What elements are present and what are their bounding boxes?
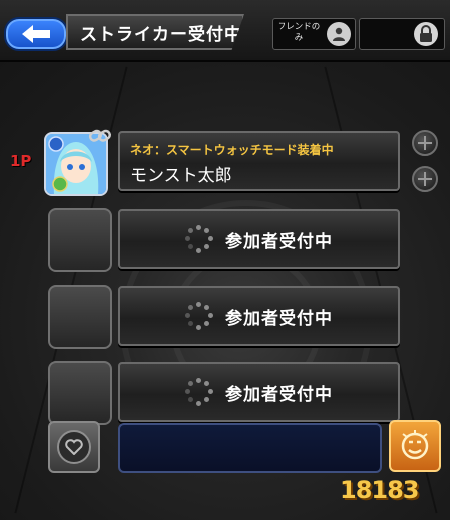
empty-player-slot	[48, 361, 112, 425]
link-icon	[88, 129, 111, 142]
friend-only-label: フレンドのみ	[277, 22, 321, 43]
loading-spinner-icon	[185, 302, 213, 330]
player-info-button[interactable]	[412, 166, 438, 192]
waiting-status-text: 参加者受付中	[225, 384, 333, 405]
waiting-panel: 参加者受付中	[118, 286, 400, 346]
top-bar: ストライカー受付中 フレンドのみ	[0, 0, 450, 62]
back-arrow-icon	[22, 25, 50, 43]
site-watermark: 18183	[340, 476, 419, 504]
empty-player-slot	[48, 208, 112, 272]
waiting-status-text: 参加者受付中	[225, 308, 333, 329]
heart-icon	[57, 430, 91, 464]
player-slot-label: 1P	[10, 152, 32, 170]
loading-spinner-icon	[185, 378, 213, 406]
room-lock-toggle[interactable]	[359, 18, 445, 50]
loading-spinner-icon	[185, 225, 213, 253]
player-panel-host[interactable]: ネオ：スマートウォッチモード装着中 モンスト太郎	[118, 131, 400, 191]
page-title-text: ストライカー受付中	[80, 24, 242, 45]
player-name: モンスト太郎	[130, 166, 232, 186]
chat-stamp-icon[interactable]	[389, 420, 441, 472]
waiting-status-text: 参加者受付中	[225, 231, 333, 252]
friend-only-toggle[interactable]: フレンドのみ	[272, 18, 356, 50]
empty-player-slot	[48, 285, 112, 349]
back-button[interactable]	[4, 17, 68, 51]
waiting-panel: 参加者受付中	[118, 362, 400, 422]
device-status-text: ネオ：スマートウォッチモード装着中	[130, 143, 334, 157]
page-title: ストライカー受付中	[66, 14, 244, 50]
waiting-panel: 参加者受付中	[118, 209, 400, 269]
kick-player-button[interactable]	[412, 130, 438, 156]
friend-person-icon	[327, 22, 351, 46]
stamp-button[interactable]	[48, 421, 100, 473]
chat-message-bar[interactable]	[118, 423, 382, 473]
lock-icon	[414, 22, 438, 46]
